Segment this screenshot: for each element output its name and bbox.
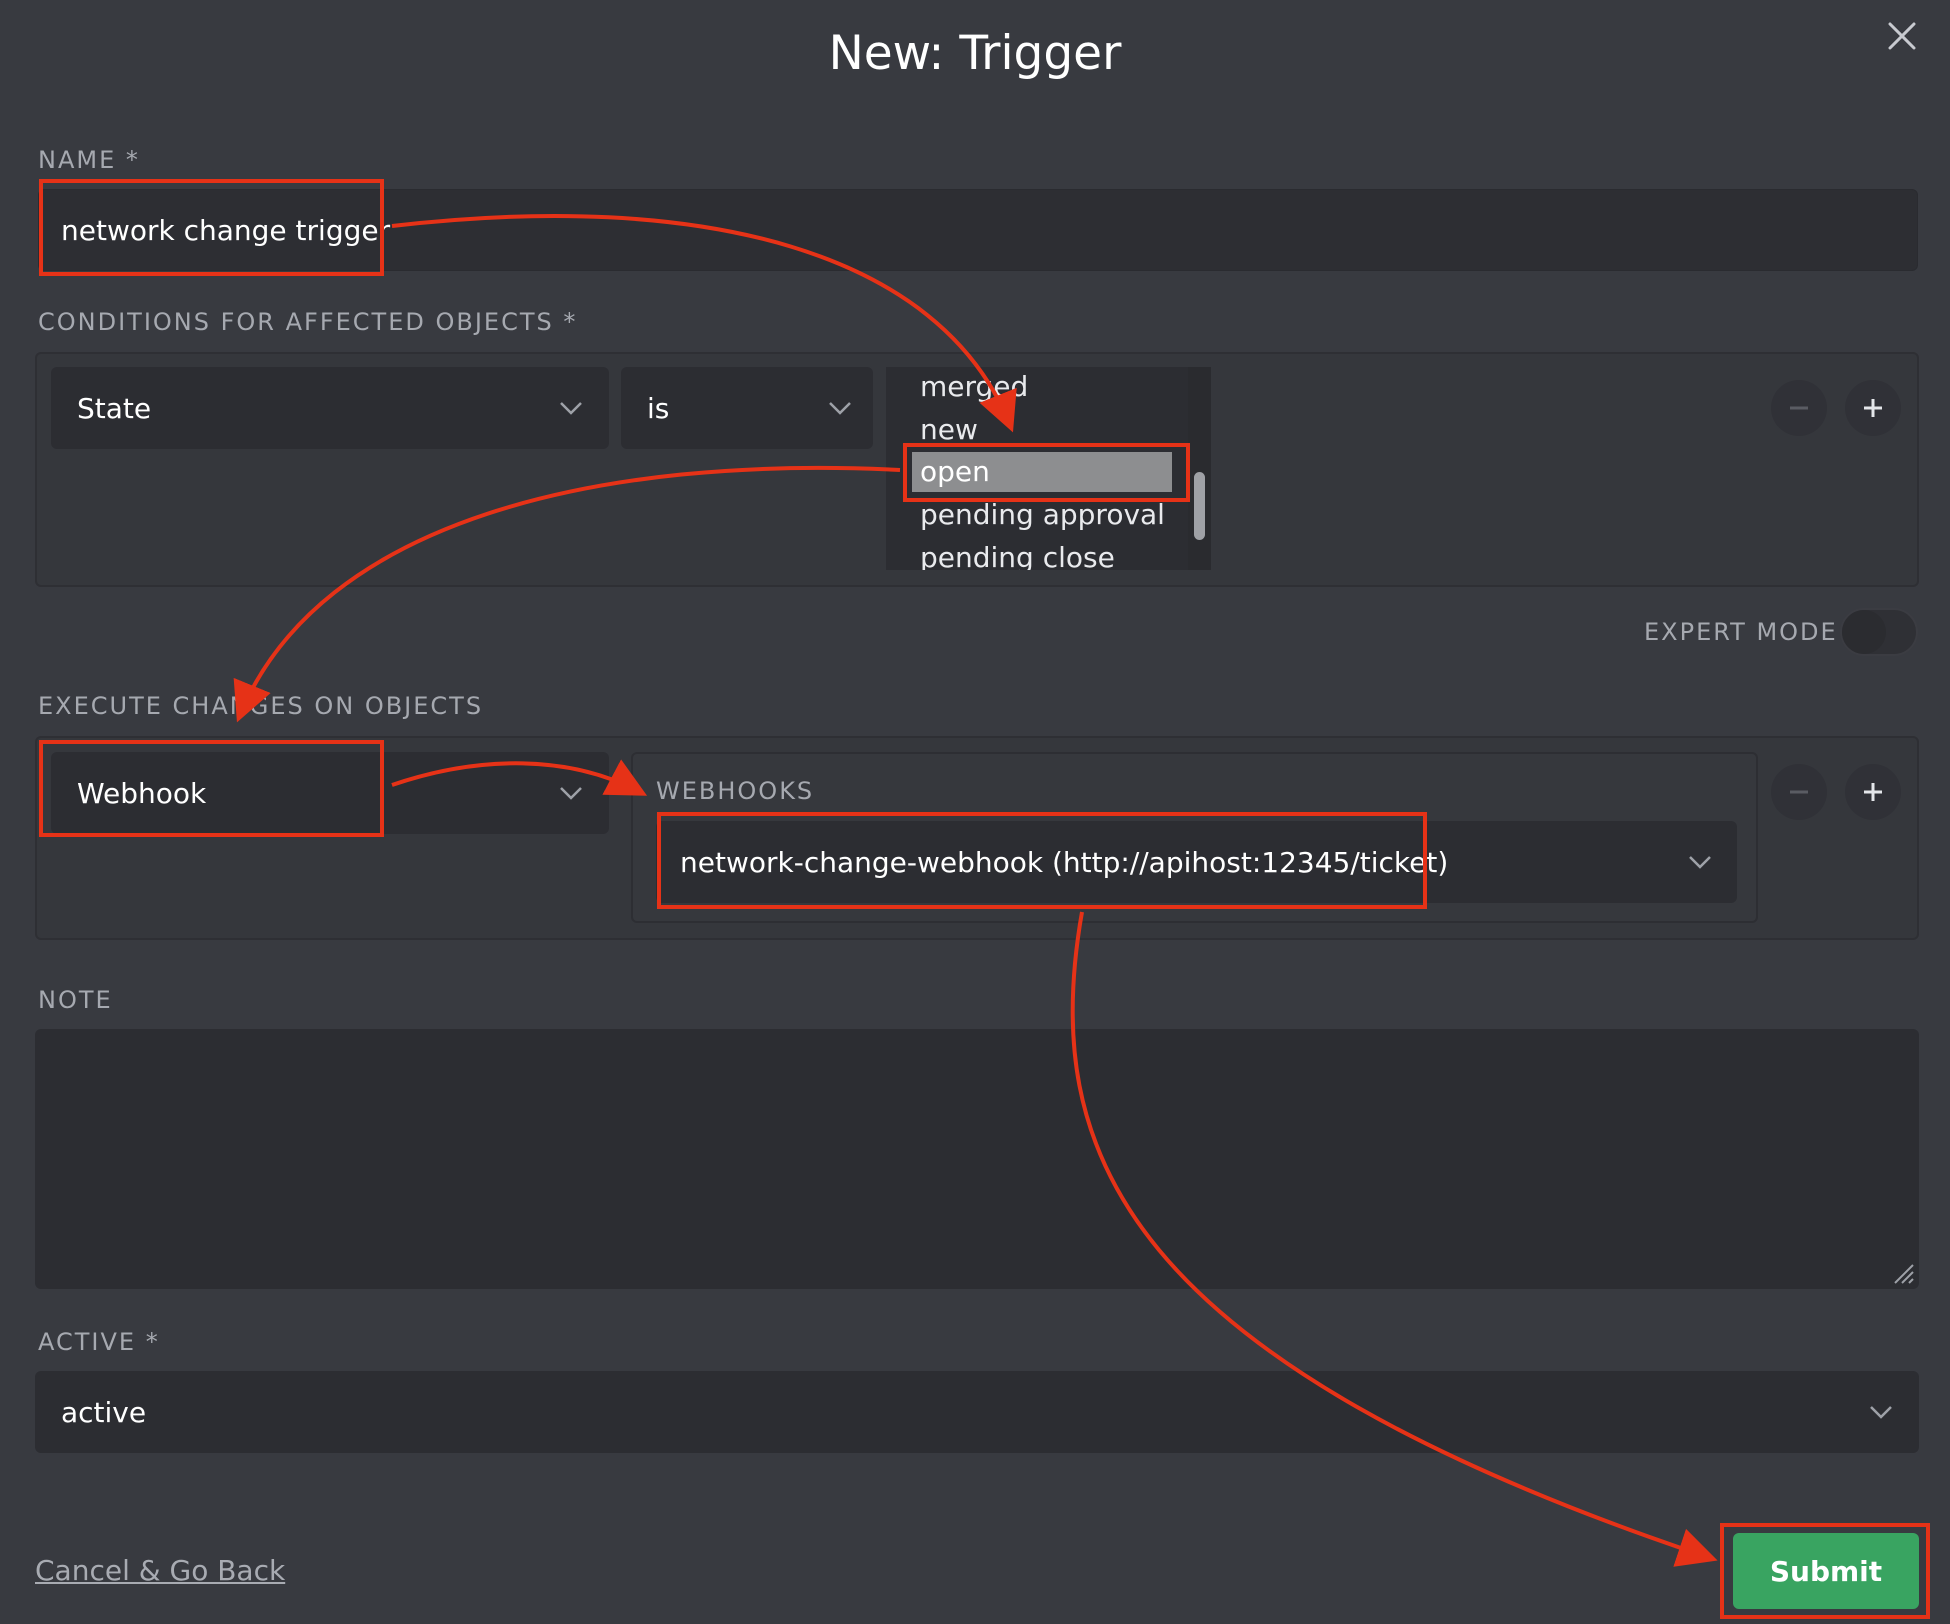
list-item[interactable]: new	[920, 410, 978, 450]
condition-operator-value: is	[647, 391, 670, 425]
add-action-button[interactable]	[1845, 764, 1901, 820]
list-item[interactable]: pending approval	[920, 495, 1165, 535]
expert-mode-toggle[interactable]	[1840, 608, 1918, 656]
name-input-value: network change trigger	[61, 213, 391, 247]
condition-attribute-value: State	[77, 391, 152, 425]
remove-action-button[interactable]	[1771, 764, 1827, 820]
submit-button[interactable]: Submit	[1733, 1533, 1919, 1609]
execute-label: EXECUTE CHANGES ON OBJECTS	[38, 692, 484, 720]
note-label: NOTE	[38, 986, 113, 1014]
listbox-scrollbar[interactable]	[1188, 367, 1211, 570]
condition-attribute-select[interactable]: State	[51, 367, 609, 449]
minus-icon	[1790, 790, 1808, 794]
execute-action-value: Webhook	[77, 776, 207, 810]
condition-operator-select[interactable]: is	[621, 367, 873, 449]
name-input[interactable]: network change trigger	[38, 189, 1918, 271]
note-textarea[interactable]	[35, 1029, 1919, 1289]
toggle-knob	[1842, 610, 1886, 654]
close-button[interactable]	[1878, 12, 1926, 60]
list-item[interactable]: pending close	[920, 538, 1115, 570]
resize-handle-icon[interactable]	[1889, 1259, 1915, 1285]
chevron-down-icon	[1870, 1406, 1892, 1419]
conditions-label: CONDITIONS FOR AFFECTED OBJECTS *	[38, 308, 578, 336]
close-icon	[1888, 22, 1916, 50]
chevron-down-icon	[560, 402, 582, 415]
active-value: active	[61, 1395, 147, 1429]
list-item-selected[interactable]: open	[912, 452, 1172, 492]
chevron-down-icon	[829, 402, 851, 415]
expert-mode-label: EXPERT MODE	[1644, 618, 1838, 646]
chevron-down-icon	[1689, 856, 1711, 869]
scrollbar-thumb[interactable]	[1194, 472, 1205, 540]
execute-action-select[interactable]: Webhook	[51, 752, 609, 834]
dialog-title: New: Trigger	[828, 26, 1122, 81]
active-label: ACTIVE *	[38, 1328, 160, 1356]
active-select[interactable]: active	[35, 1371, 1919, 1453]
chevron-down-icon	[560, 787, 582, 800]
cancel-link[interactable]: Cancel & Go Back	[35, 1554, 285, 1587]
webhooks-label: WEBHOOKS	[656, 777, 815, 805]
plus-icon	[1864, 399, 1882, 417]
state-options-listbox[interactable]: merged new open pending approval pending…	[886, 367, 1211, 570]
minus-icon	[1790, 406, 1808, 410]
webhook-value: network-change-webhook (http://apihost:1…	[680, 845, 1449, 879]
plus-icon	[1864, 783, 1882, 801]
add-condition-button[interactable]	[1845, 380, 1901, 436]
name-label: NAME *	[38, 146, 140, 174]
webhook-select[interactable]: network-change-webhook (http://apihost:1…	[656, 821, 1737, 903]
remove-condition-button[interactable]	[1771, 380, 1827, 436]
list-item[interactable]: merged	[920, 367, 1028, 407]
